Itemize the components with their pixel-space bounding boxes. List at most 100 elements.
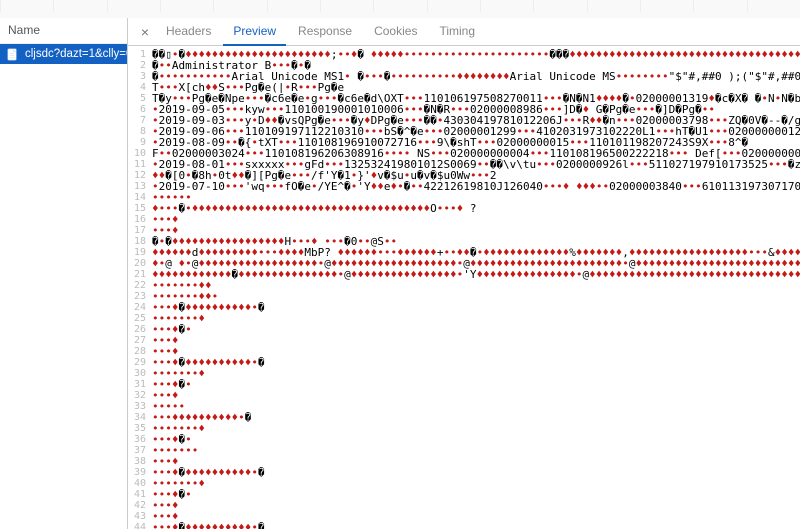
preview-line: 3�•••••••••••Arial Unicode MS1• �•••�•••…	[128, 71, 800, 82]
line-body: •2019-08-01•••sxxxxx•••gFd•••13253241980…	[152, 159, 800, 170]
preview-line: 31•••♦�•	[128, 379, 800, 390]
line-body: •••♦�•	[152, 489, 800, 500]
preview-line: 17•••♦	[128, 225, 800, 236]
line-body: •••♦	[152, 390, 800, 401]
tab-headers[interactable]: Headers	[156, 18, 221, 46]
close-icon[interactable]: ×	[136, 23, 154, 41]
line-number: 18	[128, 236, 152, 247]
response-preview-body[interactable]: 1��▯•�♦♦♦♦♦♦♦♦♦♦♦♦♦♦♦♦♦♦♦♦♦♦;••♦� ♦♦♦♦♦•…	[128, 46, 800, 529]
line-body: ••••••	[152, 192, 800, 203]
line-number: 1	[128, 49, 152, 60]
line-number: 35	[128, 423, 152, 434]
line-body: ��▯•�♦♦♦♦♦♦♦♦♦♦♦♦♦♦♦♦♦♦♦♦♦♦;••♦� ♦♦♦♦♦••…	[152, 49, 800, 60]
line-body: �•••••••••••Arial Unicode MS1• �•••�••••…	[152, 71, 800, 82]
preview-line: 43•••♦	[128, 511, 800, 522]
preview-line: 38•••♦	[128, 456, 800, 467]
preview-line: 8•2019-09-06•••110109197112210310•••bS�^…	[128, 126, 800, 137]
line-number: 4	[128, 82, 152, 93]
line-body: •••••••♦♦•	[152, 291, 800, 302]
preview-line: 39•••♦�♦♦♦♦♦♦♦♦♦♦•�	[128, 467, 800, 478]
preview-line: 36•••♦�•	[128, 434, 800, 445]
preview-line: 29•••♦�♦♦♦♦♦♦♦♦♦♦•�	[128, 357, 800, 368]
line-number: 3	[128, 71, 152, 82]
preview-line: 34•••♦♦♦♦♦♦♦♦♦♦•�	[128, 412, 800, 423]
line-number: 25	[128, 313, 152, 324]
line-number: 22	[128, 280, 152, 291]
line-body: •••♦	[152, 214, 800, 225]
line-number: 11	[128, 159, 152, 170]
line-body: •••♦�•	[152, 379, 800, 390]
line-number: 27	[128, 335, 152, 346]
line-body: •2019-09-03•••y•D♦♦�vsQPg�e•••�y♦DPg�e••…	[152, 115, 800, 126]
line-number: 10	[128, 148, 152, 159]
preview-line: 35•••••••♦	[128, 423, 800, 434]
preview-line: 32•••♦	[128, 390, 800, 401]
tab-response[interactable]: Response	[288, 18, 362, 46]
line-number: 41	[128, 489, 152, 500]
line-number: 13	[128, 181, 152, 192]
tab-timing[interactable]: Timing	[429, 18, 485, 46]
line-number: 5	[128, 93, 152, 104]
line-number: 39	[128, 467, 152, 478]
preview-line: 41•••♦�•	[128, 489, 800, 500]
line-number: 7	[128, 115, 152, 126]
preview-line: 28•••♦	[128, 346, 800, 357]
line-body: F••02000003024•••110108196206308916••••_…	[152, 148, 800, 159]
line-number: 23	[128, 291, 152, 302]
line-body: •••••	[152, 401, 800, 412]
line-number: 37	[128, 445, 152, 456]
preview-line: 9•2019-08-09••�{•tXT•••11010819691007271…	[128, 137, 800, 148]
line-body: •2019-09-06•••110109197112210310•••bS�^�…	[152, 126, 800, 137]
request-row-cljsdc[interactable]: cljsdc?dazt=1&clly=01&p...	[0, 44, 127, 64]
line-number: 8	[128, 126, 152, 137]
preview-line: 6•2019-09-05•••kyw•••110100190001010006•…	[128, 104, 800, 115]
line-number: 36	[128, 434, 152, 445]
preview-line: 40•••••••♦	[128, 478, 800, 489]
line-body: T•••X[ch♦♦S•••Pg�e(|•R•••Pg�e	[152, 82, 800, 93]
line-number: 43	[128, 511, 152, 522]
line-body: •••••••♦	[152, 368, 800, 379]
request-row-label: cljsdc?dazt=1&clly=01&p...	[25, 48, 127, 60]
sidebar-header: Name	[0, 18, 127, 44]
top-ruler-ticks	[0, 0, 800, 18]
line-body: •2019-09-05•••kyw•••110100190001010006••…	[152, 104, 800, 115]
line-body: •••♦�•	[152, 434, 800, 445]
line-number: 30	[128, 368, 152, 379]
line-number: 24	[128, 302, 152, 313]
line-body: •2019-07-10•••'wq•••fO�e•/YE^�•'Y♦♦e♦•�•…	[152, 181, 800, 192]
request-list-sidebar: Name cljsdc?dazt=1&clly=01&p...	[0, 18, 128, 529]
preview-line: 20 ♦•@ ♦•@♦♦♦♦♦♦♦♦♦♦♦♦♦♦♦♦♦♦•@♦♦♦♦♦♦♦♦♦♦…	[128, 258, 800, 269]
line-body: •••♦	[152, 511, 800, 522]
tab-preview[interactable]: Preview	[223, 18, 286, 46]
line-body: •••♦	[152, 335, 800, 346]
preview-line: 19♦♦♦♦♦♦d♦♦♦♦♦♦♦♦♦•••♦♦♦♦MbP?_♦♦♦♦♦♦•••♦…	[128, 247, 800, 258]
line-number: 32	[128, 390, 152, 401]
line-body: T�y•••Pg�e�Npe•••�c6e�e•g•••�c6e�d\OXT••…	[152, 93, 800, 104]
line-number: 20	[128, 258, 152, 269]
line-number: 28	[128, 346, 152, 357]
preview-line: 26•••♦�•	[128, 324, 800, 335]
line-body: •••♦�♦♦♦♦♦♦♦♦♦♦•�	[152, 357, 800, 368]
line-body: •••♦	[152, 346, 800, 357]
preview-line: 18�•�♦♦♦♦♦♦♦♦♦♦♦♦♦♦♦♦♦H•••♦ •••�0••@S••	[128, 236, 800, 247]
preview-line: 10F••02000003024•••110108196206308916•••…	[128, 148, 800, 159]
line-body: •••••••♦	[152, 423, 800, 434]
line-number: 2	[128, 60, 152, 71]
line-body: �•�♦♦♦♦♦♦♦♦♦♦♦♦♦♦♦♦♦H•••♦ •••�0••@S••	[152, 236, 800, 247]
preview-line: 25•••••••♦	[128, 313, 800, 324]
line-number: 17	[128, 225, 152, 236]
tab-cookies[interactable]: Cookies	[364, 18, 427, 46]
line-body: •2019-08-09••�{•tXT•••110108196910072716…	[152, 137, 800, 148]
detail-tabs: × Headers Preview Response Cookies Timin…	[128, 18, 800, 46]
preview-line: 30•••••••♦	[128, 368, 800, 379]
line-body: �••Administrator B•••�•�	[152, 60, 800, 71]
preview-line: 42•••♦	[128, 500, 800, 511]
line-body: •••♦♦♦♦♦♦♦♦♦♦•�	[152, 412, 800, 423]
preview-line: 15♦•••�•♦♦♦♦♦♦♦♦♦♦♦♦♦♦♦♦♦♦♦♦♦♦♦♦♦♦♦♦♦♦♦♦…	[128, 203, 800, 214]
line-number: 6	[128, 104, 152, 115]
line-number: 42	[128, 500, 152, 511]
preview-line: 5T�y•••Pg�e�Npe•••�c6e�e•g•••�c6e�d\OXT•…	[128, 93, 800, 104]
line-number: 31	[128, 379, 152, 390]
preview-line: 7•2019-09-03•••y•D♦♦�vsQPg�e•••�y♦DPg�e•…	[128, 115, 800, 126]
line-body: •••♦�♦♦♦♦♦♦♦♦♦♦•�	[152, 302, 800, 313]
